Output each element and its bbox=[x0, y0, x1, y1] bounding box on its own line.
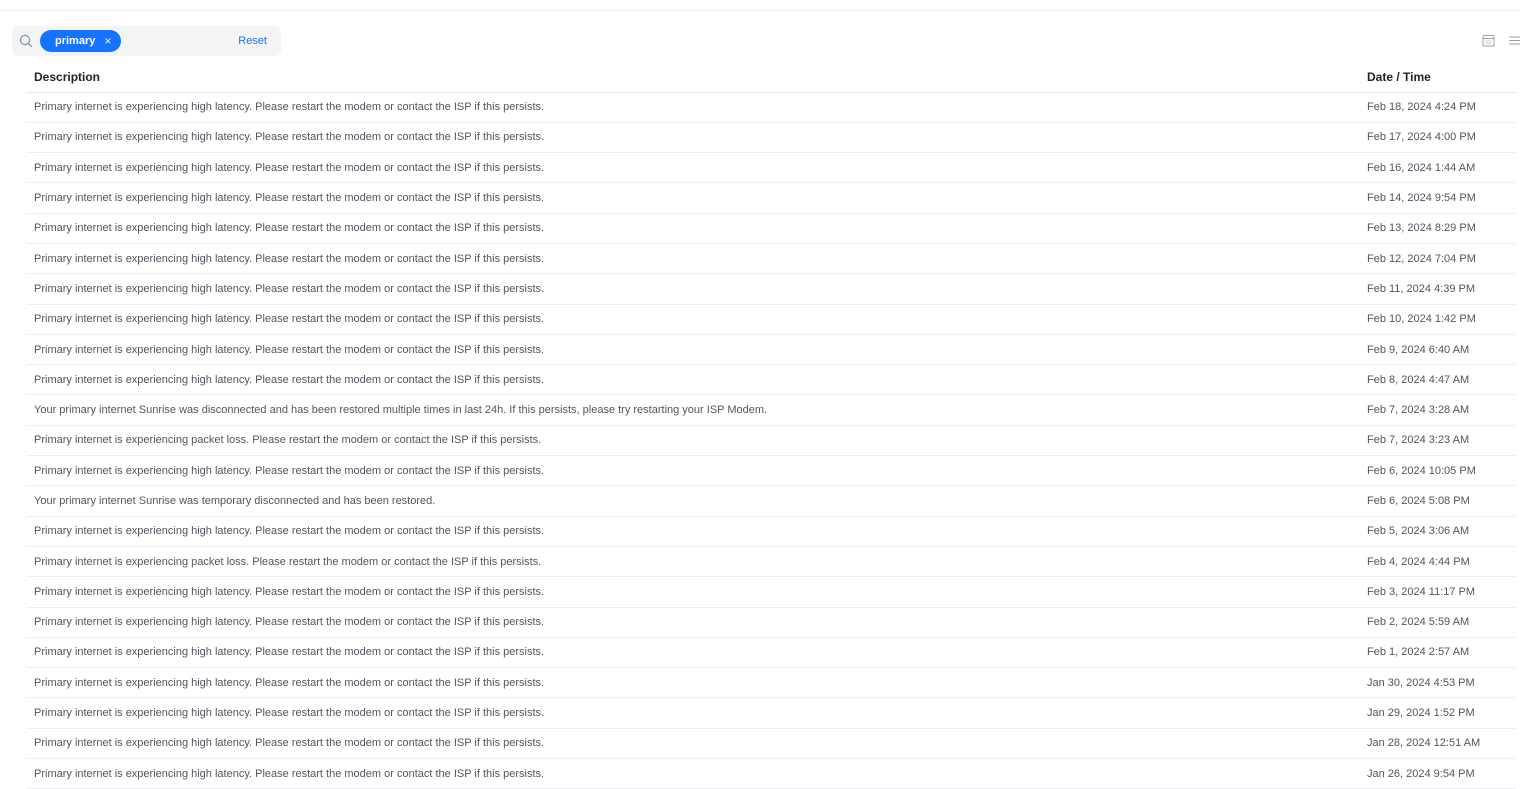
cell-description: Primary internet is experiencing high la… bbox=[26, 152, 1359, 184]
cell-datetime: Feb 7, 2024 3:23 AM bbox=[1359, 425, 1516, 457]
cell-description: Primary internet is experiencing high la… bbox=[26, 273, 1359, 305]
cell-datetime: Feb 3, 2024 11:17 PM bbox=[1359, 576, 1516, 608]
cell-description: Primary internet is experiencing high la… bbox=[26, 607, 1359, 638]
cell-description: Primary internet is experiencing high la… bbox=[26, 304, 1359, 335]
table-row[interactable]: Primary internet is experiencing high la… bbox=[26, 122, 1516, 154]
table-row[interactable]: Primary internet is experiencing high la… bbox=[26, 273, 1516, 305]
table-row[interactable]: Primary internet is experiencing high la… bbox=[26, 334, 1516, 366]
cell-datetime: Feb 11, 2024 4:39 PM bbox=[1359, 273, 1516, 305]
cell-description: Primary internet is experiencing packet … bbox=[26, 546, 1359, 578]
cell-description: Primary internet is experiencing high la… bbox=[26, 516, 1359, 547]
table-row[interactable]: Primary internet is experiencing high la… bbox=[26, 92, 1516, 123]
cell-datetime: Feb 12, 2024 7:04 PM bbox=[1359, 243, 1516, 275]
filter-bar: primary × Reset bbox=[12, 26, 281, 56]
cell-datetime: Feb 14, 2024 9:54 PM bbox=[1359, 182, 1516, 214]
table-row[interactable]: Primary internet is experiencing high la… bbox=[26, 758, 1516, 789]
table-row[interactable]: Primary internet is experiencing high la… bbox=[26, 152, 1516, 184]
cell-datetime: Feb 13, 2024 8:29 PM bbox=[1359, 213, 1516, 244]
table-row[interactable]: Primary internet is experiencing packet … bbox=[26, 546, 1516, 578]
table-row[interactable]: Primary internet is experiencing high la… bbox=[26, 213, 1516, 244]
cell-datetime: Feb 8, 2024 4:47 AM bbox=[1359, 364, 1516, 396]
table-row[interactable]: Your primary internet Sunrise was tempor… bbox=[26, 485, 1516, 517]
table-row[interactable]: Primary internet is experiencing high la… bbox=[26, 697, 1516, 729]
table-body: Primary internet is experiencing high la… bbox=[26, 92, 1516, 789]
cell-datetime: Jan 26, 2024 9:54 PM bbox=[1359, 758, 1516, 789]
cell-description: Primary internet is experiencing high la… bbox=[26, 455, 1359, 487]
cell-description: Primary internet is experiencing high la… bbox=[26, 667, 1359, 699]
filter-chip-primary[interactable]: primary × bbox=[40, 30, 122, 52]
cell-description: Primary internet is experiencing high la… bbox=[26, 728, 1359, 760]
table-row[interactable]: Primary internet is experiencing packet … bbox=[26, 425, 1516, 457]
filter-chip-label: primary bbox=[55, 35, 96, 47]
cell-datetime: Feb 6, 2024 5:08 PM bbox=[1359, 485, 1516, 517]
reset-button[interactable]: Reset bbox=[238, 35, 267, 47]
cell-datetime: Feb 5, 2024 3:06 AM bbox=[1359, 516, 1516, 547]
cell-datetime: Feb 16, 2024 1:44 AM bbox=[1359, 152, 1516, 184]
table-row[interactable]: Primary internet is experiencing high la… bbox=[26, 607, 1516, 638]
table-header-row: Description Date / Time bbox=[26, 62, 1516, 93]
cell-description: Primary internet is experiencing high la… bbox=[26, 92, 1359, 123]
table-row[interactable]: Your primary internet Sunrise was discon… bbox=[26, 394, 1516, 426]
cell-datetime: Feb 18, 2024 4:24 PM bbox=[1359, 92, 1516, 123]
cell-description: Primary internet is experiencing high la… bbox=[26, 697, 1359, 729]
cell-datetime: Feb 10, 2024 1:42 PM bbox=[1359, 304, 1516, 335]
cell-datetime: Feb 7, 2024 3:28 AM bbox=[1359, 394, 1516, 426]
table-row[interactable]: Primary internet is experiencing high la… bbox=[26, 667, 1516, 699]
table-row[interactable]: Primary internet is experiencing high la… bbox=[26, 455, 1516, 487]
cell-datetime: Jan 28, 2024 12:51 AM bbox=[1359, 728, 1516, 760]
table-row[interactable]: Primary internet is experiencing high la… bbox=[26, 243, 1516, 275]
table-row[interactable]: Primary internet is experiencing high la… bbox=[26, 637, 1516, 669]
cell-datetime: Feb 9, 2024 6:40 AM bbox=[1359, 334, 1516, 366]
cell-description: Primary internet is experiencing high la… bbox=[26, 213, 1359, 244]
cell-description: Primary internet is experiencing high la… bbox=[26, 243, 1359, 275]
cell-description: Primary internet is experiencing high la… bbox=[26, 364, 1359, 396]
cell-datetime: Feb 17, 2024 4:00 PM bbox=[1359, 122, 1516, 154]
column-header-description[interactable]: Description bbox=[26, 62, 1359, 93]
table-row[interactable]: Primary internet is experiencing high la… bbox=[26, 364, 1516, 396]
table-toolbar bbox=[1481, 33, 1520, 47]
column-header-datetime[interactable]: Date / Time bbox=[1359, 62, 1516, 93]
close-icon[interactable]: × bbox=[104, 35, 111, 47]
cell-description: Primary internet is experiencing high la… bbox=[26, 637, 1359, 669]
cell-description: Primary internet is experiencing high la… bbox=[26, 334, 1359, 366]
cell-description: Primary internet is experiencing packet … bbox=[26, 425, 1359, 457]
cell-description: Primary internet is experiencing high la… bbox=[26, 122, 1359, 154]
cell-description: Your primary internet Sunrise was discon… bbox=[26, 394, 1359, 426]
table-row[interactable]: Primary internet is experiencing high la… bbox=[26, 304, 1516, 335]
table-row[interactable]: Primary internet is experiencing high la… bbox=[26, 516, 1516, 547]
header-divider bbox=[0, 10, 1520, 11]
cell-datetime: Feb 1, 2024 2:57 AM bbox=[1359, 637, 1516, 669]
search-icon[interactable] bbox=[12, 26, 40, 56]
cell-datetime: Feb 2, 2024 5:59 AM bbox=[1359, 607, 1516, 638]
table-row[interactable]: Primary internet is experiencing high la… bbox=[26, 576, 1516, 608]
table-row[interactable]: Primary internet is experiencing high la… bbox=[26, 728, 1516, 760]
events-table: Description Date / Time Primary internet… bbox=[26, 62, 1516, 789]
cell-datetime: Feb 6, 2024 10:05 PM bbox=[1359, 455, 1516, 487]
cell-description: Primary internet is experiencing high la… bbox=[26, 182, 1359, 214]
menu-icon[interactable] bbox=[1507, 33, 1520, 47]
calendar-icon[interactable] bbox=[1481, 33, 1495, 47]
cell-description: Primary internet is experiencing high la… bbox=[26, 576, 1359, 608]
cell-datetime: Jan 30, 2024 4:53 PM bbox=[1359, 667, 1516, 699]
cell-description: Your primary internet Sunrise was tempor… bbox=[26, 485, 1359, 517]
cell-datetime: Jan 29, 2024 1:52 PM bbox=[1359, 697, 1516, 729]
cell-datetime: Feb 4, 2024 4:44 PM bbox=[1359, 546, 1516, 578]
table-row[interactable]: Primary internet is experiencing high la… bbox=[26, 182, 1516, 214]
cell-description: Primary internet is experiencing high la… bbox=[26, 758, 1359, 789]
